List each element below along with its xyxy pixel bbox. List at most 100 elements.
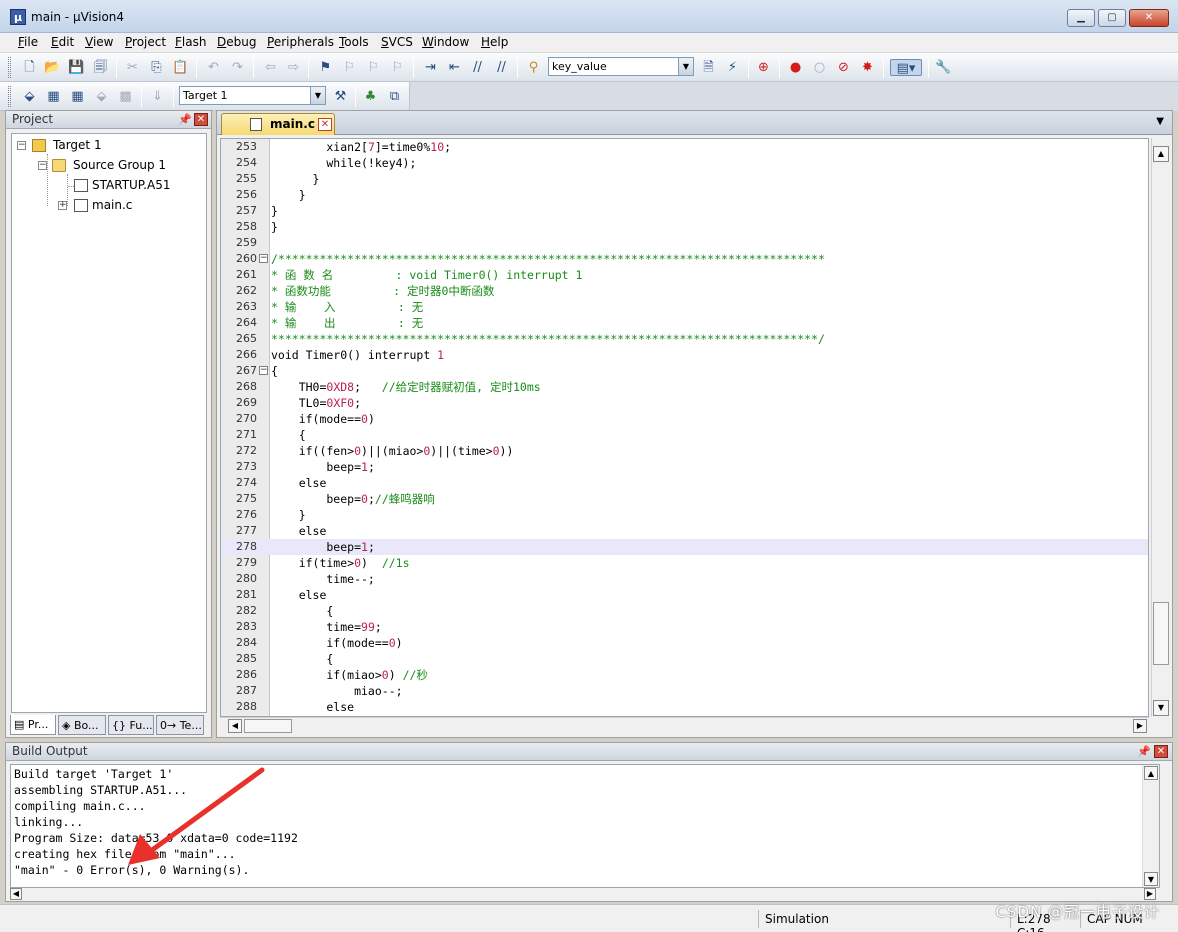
menu-project[interactable]: Project [125, 35, 166, 49]
batch-build-icon[interactable]: ⬙ [93, 88, 110, 105]
bookmark-prev-icon[interactable]: ⚐ [341, 59, 358, 76]
tree-target[interactable]: Target 1 [53, 138, 102, 152]
scroll-thumb[interactable] [1153, 602, 1169, 665]
build-icon[interactable]: ▦ [45, 88, 62, 105]
code-line[interactable]: 268 TH0=0XD8; //给定时器赋初值, 定时10ms [221, 379, 1148, 395]
code-line[interactable]: 269 TL0=0XF0; [221, 395, 1148, 411]
paste-icon[interactable]: 📋 [172, 59, 189, 76]
code-line[interactable]: 253 xian2[7]=time0%10; [221, 139, 1148, 155]
code-line[interactable]: 270 if(mode==0) [221, 411, 1148, 427]
disable-all-breakpoints-icon[interactable]: ⊘ [835, 59, 852, 76]
scroll-left-icon[interactable]: ◀ [228, 719, 242, 733]
find-combo[interactable]: key_value ▼ [548, 57, 694, 76]
scroll-right-icon[interactable]: ▶ [1144, 888, 1156, 900]
enable-breakpoint-icon[interactable]: ○ [811, 59, 828, 76]
menu-window[interactable]: Window [422, 35, 469, 49]
menu-help[interactable]: Help [481, 35, 508, 49]
menu-peripherals[interactable]: Peripherals [267, 35, 334, 49]
tree-collapse-icon[interactable]: − [17, 141, 26, 150]
code-line[interactable]: 267−{ [221, 363, 1148, 379]
code-line[interactable]: 285 { [221, 651, 1148, 667]
close-icon[interactable]: ✕ [318, 118, 332, 131]
target-select[interactable]: Target 1 ▼ [179, 86, 326, 105]
build-output-text[interactable]: Build target 'Target 1' assembling START… [10, 764, 1160, 888]
code-line[interactable]: 287 miao--; [221, 683, 1148, 699]
target-options-icon[interactable]: ⚒ [332, 88, 349, 105]
editor-horizontal-scrollbar[interactable]: ◀ ▶ [220, 717, 1149, 734]
configure-wrench-icon[interactable]: 🔧 [935, 59, 952, 76]
window-layout-icon[interactable]: ▤▾ [890, 59, 922, 76]
redo-icon[interactable]: ↷ [229, 59, 246, 76]
code-line[interactable]: 262 * 函数功能 : 定时器0中断函数 [221, 283, 1148, 299]
navigate-forward-icon[interactable]: ⇨ [285, 59, 302, 76]
code-line[interactable]: 272 if((fen>0)||(miao>0)||(time>0)) [221, 443, 1148, 459]
editor-vertical-scrollbar[interactable]: ▲ ▼ [1151, 138, 1169, 717]
toolbar-grip[interactable] [8, 86, 11, 107]
code-line[interactable]: 259 [221, 235, 1148, 251]
code-line[interactable]: 288 else [221, 699, 1148, 715]
maximize-button[interactable]: ▢ [1098, 9, 1126, 27]
menu-edit[interactable]: Edit [51, 35, 74, 49]
tab-main-c[interactable]: main.c ✕ [221, 113, 335, 135]
code-line[interactable]: 266 void Timer0() interrupt 1 [221, 347, 1148, 363]
code-line[interactable]: 276 } [221, 507, 1148, 523]
scroll-up-icon[interactable]: ▲ [1153, 146, 1169, 162]
close-button[interactable]: ✕ [1129, 9, 1169, 27]
code-line[interactable]: 265 *************************************… [221, 331, 1148, 347]
tab-templates[interactable]: 0→ Te... [156, 715, 204, 735]
code-line[interactable]: 264 * 输 出 : 无 [221, 315, 1148, 331]
download-icon[interactable]: ⇓ [149, 88, 166, 105]
scroll-down-icon[interactable]: ▼ [1153, 700, 1169, 716]
scroll-down-icon[interactable]: ▼ [1144, 872, 1158, 886]
menu-debug[interactable]: Debug [217, 35, 256, 49]
manage-components-icon[interactable]: ♣ [362, 88, 379, 105]
menu-file[interactable]: File [18, 35, 38, 49]
incremental-find-icon[interactable]: ⚡ [724, 59, 741, 76]
save-all-icon[interactable]: 🗐 [92, 59, 109, 76]
code-line[interactable]: 271 { [221, 427, 1148, 443]
bookmark-next-icon[interactable]: ⚐ [365, 59, 382, 76]
code-line[interactable]: 258} [221, 219, 1148, 235]
build-output-scrollbar[interactable]: ▲ ▼ [1142, 765, 1159, 887]
code-line[interactable]: 281 else [221, 587, 1148, 603]
stop-build-icon[interactable]: ▩ [117, 88, 134, 105]
scroll-thumb[interactable] [244, 719, 292, 733]
kill-all-breakpoints-icon[interactable]: ✸ [859, 59, 876, 76]
copy-icon[interactable]: ⎘ [148, 59, 165, 76]
close-icon[interactable]: ✕ [194, 113, 208, 126]
undo-icon[interactable]: ↶ [205, 59, 222, 76]
code-line[interactable]: 284 if(mode==0) [221, 635, 1148, 651]
menu-tools[interactable]: Tools [339, 35, 369, 49]
save-icon[interactable]: 💾 [68, 59, 85, 76]
code-line[interactable]: 275 beep=0;//蜂鸣器响 [221, 491, 1148, 507]
close-icon[interactable]: ✕ [1154, 745, 1168, 758]
fold-collapse-icon[interactable]: − [259, 254, 268, 263]
scroll-left-icon[interactable]: ◀ [10, 888, 22, 900]
comment-icon[interactable]: // [469, 59, 486, 76]
pin-icon[interactable]: 📌 [1137, 745, 1151, 758]
uncomment-icon[interactable]: // [493, 59, 510, 76]
unindent-icon[interactable]: ⇤ [446, 59, 463, 76]
bookmark-toggle-icon[interactable]: ⚑ [317, 59, 334, 76]
tab-functions[interactable]: {} Fu... [108, 715, 154, 735]
menu-view[interactable]: View [85, 35, 113, 49]
tree-source-group[interactable]: Source Group 1 [73, 158, 166, 172]
fold-collapse-icon[interactable]: − [259, 366, 268, 375]
navigate-back-icon[interactable]: ⇦ [262, 59, 279, 76]
code-line[interactable]: 279 if(time>0) //1s [221, 555, 1148, 571]
insert-breakpoint-icon[interactable]: ● [787, 59, 804, 76]
code-line[interactable]: 280 time--; [221, 571, 1148, 587]
toolbar-grip[interactable] [8, 57, 11, 78]
code-line[interactable]: 257} [221, 203, 1148, 219]
code-line[interactable]: 263 * 输 入 : 无 [221, 299, 1148, 315]
scroll-up-icon[interactable]: ▲ [1144, 766, 1158, 780]
open-folder-icon[interactable]: 📂 [44, 59, 61, 76]
code-line[interactable]: 261 * 函 数 名 : void Timer0() interrupt 1 [221, 267, 1148, 283]
tree-file-startup[interactable]: STARTUP.A51 [92, 178, 170, 192]
code-line[interactable]: 277 else [221, 523, 1148, 539]
scroll-right-icon[interactable]: ▶ [1133, 719, 1147, 733]
code-line[interactable]: 286 if(miao>0) //秒 [221, 667, 1148, 683]
pin-icon[interactable]: 📌 [178, 113, 192, 126]
code-line[interactable]: 278 beep=1; [221, 539, 1148, 555]
debug-session-icon[interactable]: ⊕ [755, 59, 772, 76]
